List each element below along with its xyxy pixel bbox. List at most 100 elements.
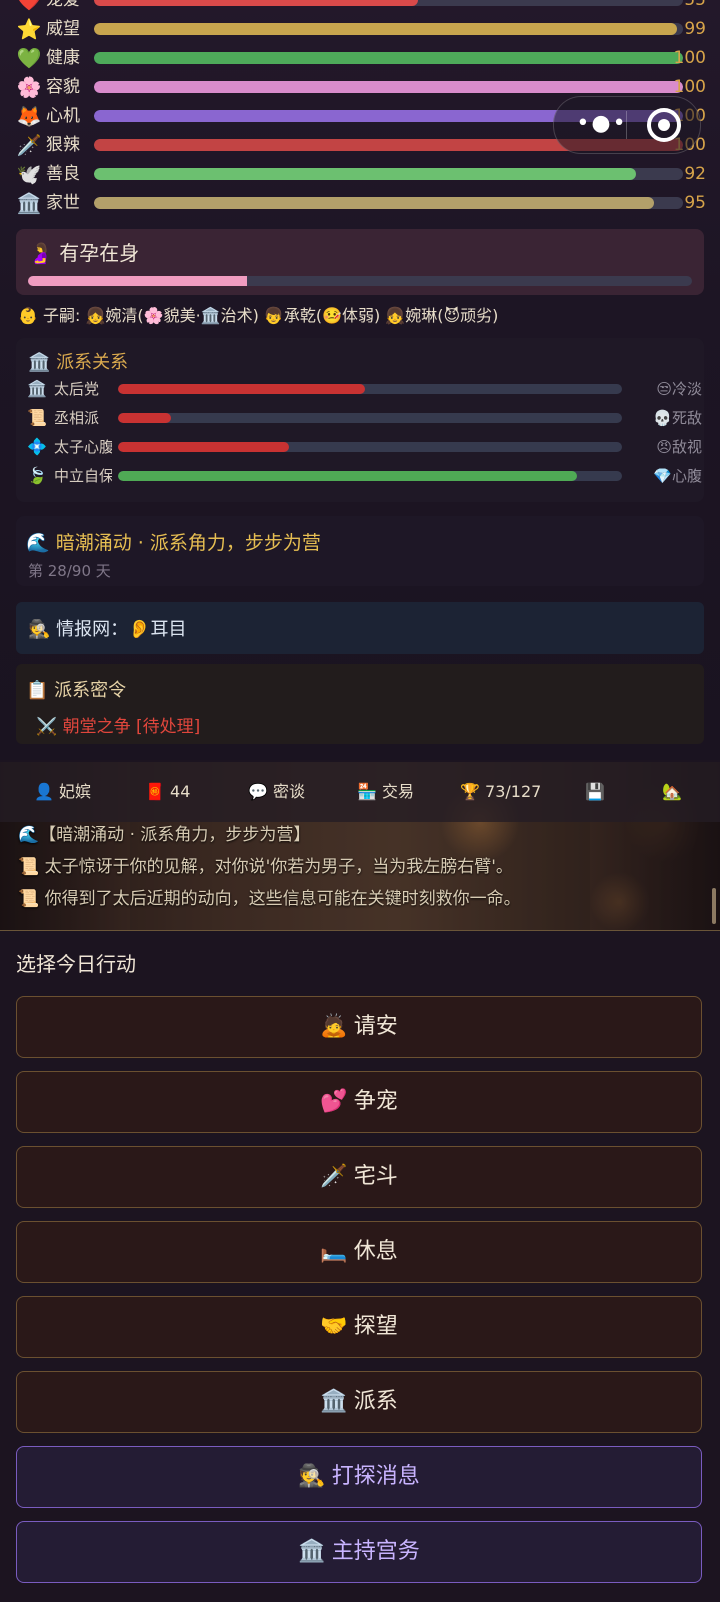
faction-row: 🏛️ 太后党 😒冷淡 <box>26 376 702 402</box>
log-line: 🌊【暗潮涌动 · 派系角力，步步为营】 <box>18 825 311 845</box>
bow-icon: 🙇 <box>320 1014 348 1039</box>
stat-label: 心机 <box>46 106 80 126</box>
stat-label: 狠辣 <box>46 135 80 155</box>
faction-row: 📜 丞相派 💀死敌 <box>26 405 702 431</box>
home-icon[interactable]: 🏡 <box>662 762 682 822</box>
stat-kindness: 🕊️ 善良 92 <box>16 160 706 189</box>
action-label: 休息 <box>353 1239 398 1264</box>
miniprogram-capsule: •●• <box>553 96 701 154</box>
stat-favor: ❤️ 宠爱 55 <box>16 0 706 15</box>
heart-icon: ❤️ <box>16 0 42 12</box>
orders-title: 📋 派系密令 <box>26 680 127 701</box>
pregnancy-title: 🤰 有孕在身 <box>28 237 139 266</box>
faction-status: 💀死敌 <box>653 409 702 427</box>
stat-prestige: ⭐ 威望 99 <box>16 15 706 44</box>
close-target-icon[interactable] <box>647 108 681 142</box>
faction-status: 😒冷淡 <box>656 380 702 398</box>
action-label: 打探消息 <box>331 1464 420 1489</box>
faction-bar <box>118 471 622 481</box>
stat-value: 95 <box>684 193 706 213</box>
action-gather-intel-button[interactable]: 🕵️ 打探消息 <box>16 1446 702 1508</box>
temple-icon: 🏛️ <box>28 352 51 373</box>
faction-name: 丞相派 <box>54 409 100 427</box>
intel-network-text: 🕵️ 情报网：👂耳目 <box>28 619 187 640</box>
bottom-nav-bar: 👤 妃嫔 🧧 44 💬 密谈 🏪 交易 🏆 73/127 💾 🏡 <box>0 762 720 822</box>
day-counter: 第 28/90 天 <box>28 562 111 580</box>
faction-name: 中立自保 <box>54 467 112 485</box>
dagger-icon: 🗡️ <box>16 133 42 157</box>
action-rest-button[interactable]: 🛏️ 休息 <box>16 1221 702 1283</box>
stat-label: 容貌 <box>46 77 80 97</box>
stat-bar <box>94 23 683 35</box>
stat-label: 家世 <box>46 193 80 213</box>
dove-icon: 🕊️ <box>16 162 42 186</box>
stat-value: 92 <box>684 164 706 184</box>
nav-private-talk[interactable]: 💬 密谈 <box>248 762 305 822</box>
spy-icon: 🕵️ <box>298 1464 326 1489</box>
faction-status: 😠敌视 <box>656 438 702 456</box>
action-scheme-button[interactable]: 🗡️ 宅斗 <box>16 1146 702 1208</box>
stat-label: 威望 <box>46 19 80 39</box>
faction-title: 🏛️ 派系关系 <box>28 348 128 374</box>
nav-money[interactable]: 🧧 44 <box>145 762 190 822</box>
pregnancy-panel: 🤰 有孕在身 <box>16 229 704 295</box>
pregnancy-label: 有孕在身 <box>59 241 140 265</box>
heirs-line: 👶 子嗣: 👧婉清(🌸貌美·🏛️治术) 👦承乾(🤒体弱) 👧婉琳(😈顽劣) <box>18 306 499 325</box>
faction-panel: 🏛️ 派系关系 🏛️ 太后党 😒冷淡 📜 丞相派 💀死敌 💠 太子心腹 😠敌视 … <box>16 338 704 502</box>
save-icon[interactable]: 💾 <box>585 762 605 822</box>
hearts-icon: 💕 <box>320 1089 348 1114</box>
faction-bar <box>118 413 622 423</box>
log-line: 📜 太子惊讶于你的见解，对你说'你若为男子，当为我左膀右臂'。 <box>18 857 513 877</box>
temple-icon: 🏛️ <box>16 191 42 215</box>
stat-bar <box>94 81 683 93</box>
stat-bar <box>94 52 683 64</box>
stat-bar <box>94 197 683 209</box>
action-label: 争宠 <box>353 1089 398 1114</box>
faction-row: 🍃 中立自保 💎心腹 <box>26 463 702 489</box>
action-greet-button[interactable]: 🙇 请安 <box>16 996 702 1058</box>
faction-bar <box>118 384 622 394</box>
temple-icon: 🏛️ <box>320 1389 348 1414</box>
actions-title: 选择今日行动 <box>16 952 136 976</box>
flower-icon: 🌸 <box>16 75 42 99</box>
faction-orders-panel: 📋 派系密令 ⚔️ 朝堂之争 [待处理] <box>16 664 704 744</box>
green-heart-icon: 💚 <box>16 46 42 70</box>
stat-value: 55 <box>684 0 706 10</box>
stat-bar <box>94 168 683 180</box>
action-visit-button[interactable]: 🤝 探望 <box>16 1296 702 1358</box>
action-label: 派系 <box>353 1389 398 1414</box>
temple-icon: 🏛️ <box>27 379 47 398</box>
nav-achievements[interactable]: 🏆 73/127 <box>460 762 541 822</box>
action-favor-button[interactable]: 💕 争宠 <box>16 1071 702 1133</box>
action-manage-palace-button[interactable]: 🏛️ 主持宫务 <box>16 1521 702 1583</box>
faction-name: 太后党 <box>54 380 100 398</box>
log-line: 📜 你得到了太后近期的动向，这些信息可能在关键时刻救你一命。 <box>18 889 521 909</box>
bed-icon: 🛏️ <box>320 1239 348 1264</box>
event-panel: 🌊 暗潮涌动 · 派系角力，步步为营 第 28/90 天 <box>16 516 704 586</box>
faction-status: 💎心腹 <box>653 467 702 485</box>
capsule-divider <box>626 111 627 139</box>
action-faction-button[interactable]: 🏛️ 派系 <box>16 1371 702 1433</box>
event-title: 🌊 暗潮涌动 · 派系角力，步步为营 <box>26 532 321 554</box>
leaf-icon: 🍃 <box>27 466 47 485</box>
order-item[interactable]: ⚔️ 朝堂之争 [待处理] <box>36 712 200 737</box>
stat-family: 🏛️ 家世 95 <box>16 189 706 218</box>
star-icon: ⭐ <box>16 17 42 41</box>
intel-network-panel: 🕵️ 情报网：👂耳目 <box>16 602 704 654</box>
faction-row: 💠 太子心腹 😠敌视 <box>26 434 702 460</box>
action-label: 宅斗 <box>353 1164 398 1189</box>
more-menu-icon[interactable]: •●• <box>574 111 630 139</box>
action-label: 探望 <box>353 1314 398 1339</box>
stat-bar <box>94 0 683 6</box>
log-scrollbar[interactable] <box>712 888 716 924</box>
stat-label: 善良 <box>46 164 80 184</box>
temple-icon: 🏛️ <box>298 1539 326 1564</box>
nav-consorts[interactable]: 👤 妃嫔 <box>34 762 91 822</box>
fox-icon: 🦊 <box>16 104 42 128</box>
nav-trade[interactable]: 🏪 交易 <box>357 762 414 822</box>
pregnancy-progress-bar <box>28 276 692 286</box>
stat-label: 宠爱 <box>46 0 80 10</box>
diamond-icon: 💠 <box>27 437 47 456</box>
faction-name: 太子心腹 <box>54 438 112 456</box>
faction-title-label: 派系关系 <box>56 352 129 373</box>
